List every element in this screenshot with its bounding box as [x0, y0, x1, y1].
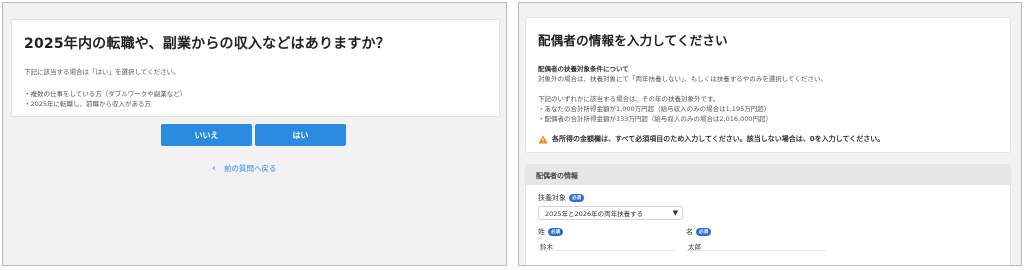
warning-triangle-icon [538, 135, 548, 143]
question-card: 2025年内の転職や、副業からの収入などはありますか？ 下記に該当する場合は「は… [11, 19, 500, 117]
condition-item: ・あなたの合計所得金額が1,000万円超（給与収入のみの場合は1,195万円超） [538, 105, 771, 113]
chevron-left-icon: ‹ [212, 162, 216, 174]
page-title: 配偶者の情報を入力してください [538, 33, 728, 48]
condition-text: 対象外の場合は、扶養対象にて「両年扶養しない」、もしくは扶養するやのみを選択して… [538, 75, 827, 83]
back-link-label: 前の質問へ戻る [224, 164, 277, 173]
support-label: 扶養対象 [538, 194, 566, 202]
back-link[interactable]: ‹ 前の質問へ戻る [212, 163, 277, 174]
section-header: 配偶者の情報 [526, 165, 1010, 185]
caret-down-icon: ▼ [672, 209, 678, 217]
spouse-intro-card: 配偶者の情報を入力してください 配偶者の扶養対象条件について 対象外の場合は、扶… [525, 17, 1011, 153]
condition-heading: 配偶者の扶養対象条件について [538, 65, 629, 73]
support-label-row: 扶養対象 必須 [538, 193, 998, 203]
last-name-underline [538, 250, 676, 251]
last-name-field[interactable]: 姓 必須 鈴木 [538, 227, 563, 251]
condition-text-2: 下記のいずれかに該当する場合は、その年の扶養対象外です。 [538, 95, 720, 103]
condition-list: ・あなたの合計所得金額が1,000万円超（給与収入のみの場合は1,195万円超）… [538, 104, 998, 124]
spouse-form-card: 配偶者の情報 扶養対象 必須 2025年と2026年の両年扶養する ▼ 姓 必須… [525, 164, 1011, 265]
support-select-value: 2025年と2026年の両年扶養する [545, 210, 644, 218]
right-screen-panel: 配偶者の情報を入力してください 配偶者の扶養対象条件について 対象外の場合は、扶… [518, 2, 1022, 266]
required-badge: 必須 [548, 228, 563, 236]
question-intro: 下記に該当する場合は「はい」を選択してください。 [24, 68, 180, 76]
condition-item: ・配偶者の合計所得金額が133万円超（給与収入のみの場合は2,016,000円超… [538, 115, 772, 123]
condition-item: ・複数の仕事をしている方（ダブルワークや副業など） [24, 90, 187, 98]
required-badge: 必須 [569, 194, 584, 202]
condition-item: ・2025年に転職し、前職から収入がある方 [24, 100, 152, 108]
support-select[interactable]: 2025年と2026年の両年扶養する ▼ [538, 206, 683, 220]
yes-button[interactable]: はい [255, 124, 346, 146]
left-screen-panel: 2025年内の転職や、副業からの収入などはありますか？ 下記に該当する場合は「は… [2, 2, 507, 266]
warning-text: 各所得の金額欄は、すべて必須項目のため入力してください。該当しない場合は、0を入… [552, 135, 885, 143]
spouse-form: 扶養対象 必須 2025年と2026年の両年扶養する ▼ 姓 必須 鈴木 名 必… [526, 185, 1010, 265]
first-name-underline [686, 250, 826, 251]
first-name-label: 名 [686, 228, 693, 236]
question-title: 2025年内の転職や、副業からの収入などはありますか？ [24, 36, 390, 52]
condition-list: ・複数の仕事をしている方（ダブルワークや副業など） ・2025年に転職し、前職か… [24, 89, 487, 109]
last-name-label: 姓 [538, 228, 545, 236]
warning-message: 各所得の金額欄は、すべて必須項目のため入力してください。該当しない場合は、0を入… [538, 134, 998, 144]
first-name-field[interactable]: 名 必須 太郎 [686, 227, 711, 251]
no-button[interactable]: いいえ [161, 124, 252, 146]
required-badge: 必須 [696, 228, 711, 236]
